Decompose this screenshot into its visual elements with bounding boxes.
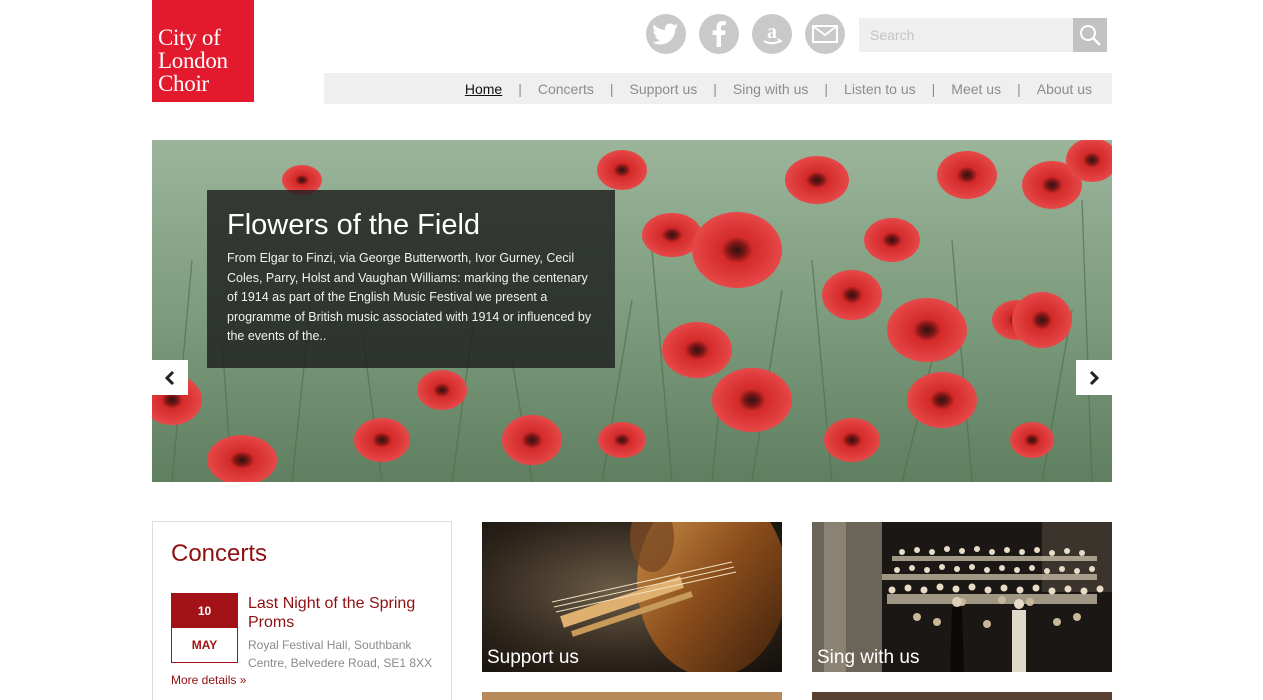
concert-event: 10 MAY Last Night of the Spring Proms Ro…	[171, 593, 433, 672]
search-input[interactable]	[859, 18, 1073, 52]
hero-title[interactable]: Flowers of the Field	[227, 208, 595, 242]
svg-text:a: a	[767, 21, 777, 43]
tile-sing-with-us[interactable]: Sing with us	[812, 522, 1112, 672]
slider-next-button[interactable]	[1076, 360, 1112, 395]
event-title-link[interactable]: Last Night of the Spring Proms	[248, 594, 433, 632]
hero-slider[interactable]: Flowers of the Field From Elgar to Finzi…	[152, 140, 1112, 482]
concerts-panel: Concerts 10 MAY Last Night of the Spring…	[152, 521, 452, 700]
event-venue: Royal Festival Hall, Southbank Centre, B…	[248, 638, 433, 670]
amazon-icon[interactable]: a	[752, 14, 792, 54]
nav-separator: |	[1017, 80, 1021, 97]
chevron-left-icon	[164, 370, 175, 385]
main-nav: Home | Concerts | Support us | Sing with…	[324, 73, 1112, 104]
tile-partial	[482, 692, 782, 700]
nav-separator: |	[609, 80, 614, 97]
event-date: 10 MAY	[171, 593, 238, 663]
tile-partial	[812, 692, 1112, 700]
nav-separator: |	[713, 80, 717, 97]
logo-line-2: London	[158, 48, 228, 73]
event-month: MAY	[191, 638, 218, 652]
nav-separator: |	[824, 80, 829, 97]
nav-item-meet-us[interactable]: Meet us	[951, 81, 1001, 97]
social-links: a	[646, 14, 858, 54]
logo-line-1: City of	[158, 25, 221, 50]
search-bar	[859, 18, 1107, 52]
facebook-icon[interactable]	[699, 14, 739, 54]
event-info: Last Night of the Spring Proms Royal Fes…	[248, 593, 433, 672]
search-button[interactable]	[1073, 18, 1107, 52]
concerts-heading[interactable]: Concerts	[171, 540, 433, 568]
nav-item-listen-to-us[interactable]: Listen to us	[844, 81, 916, 97]
twitter-icon[interactable]	[646, 14, 686, 54]
nav-separator: |	[518, 80, 522, 97]
nav-item-sing-with-us[interactable]: Sing with us	[733, 81, 808, 97]
tile-label: Support us	[487, 647, 579, 668]
logo[interactable]: City of London Choir	[152, 0, 254, 102]
mail-icon[interactable]	[805, 14, 845, 54]
nav-item-home[interactable]: Home	[465, 81, 502, 97]
tile-label: Sing with us	[817, 647, 920, 668]
hero-caption: Flowers of the Field From Elgar to Finzi…	[207, 190, 615, 368]
tile-support-us[interactable]: Support us	[482, 522, 782, 672]
nav-separator: |	[931, 80, 936, 97]
hero-text: From Elgar to Finzi, via George Butterwo…	[227, 251, 592, 344]
chevron-right-icon	[1089, 370, 1100, 385]
event-day: 10	[172, 594, 237, 628]
more-details-link[interactable]: More details »	[171, 673, 433, 687]
nav-item-support-us[interactable]: Support us	[630, 81, 698, 97]
logo-line-3: Choir	[158, 71, 209, 96]
nav-item-concerts[interactable]: Concerts	[538, 81, 594, 97]
slider-prev-button[interactable]	[152, 360, 188, 395]
nav-item-about-us[interactable]: About us	[1037, 81, 1092, 97]
search-icon	[1080, 25, 1101, 46]
